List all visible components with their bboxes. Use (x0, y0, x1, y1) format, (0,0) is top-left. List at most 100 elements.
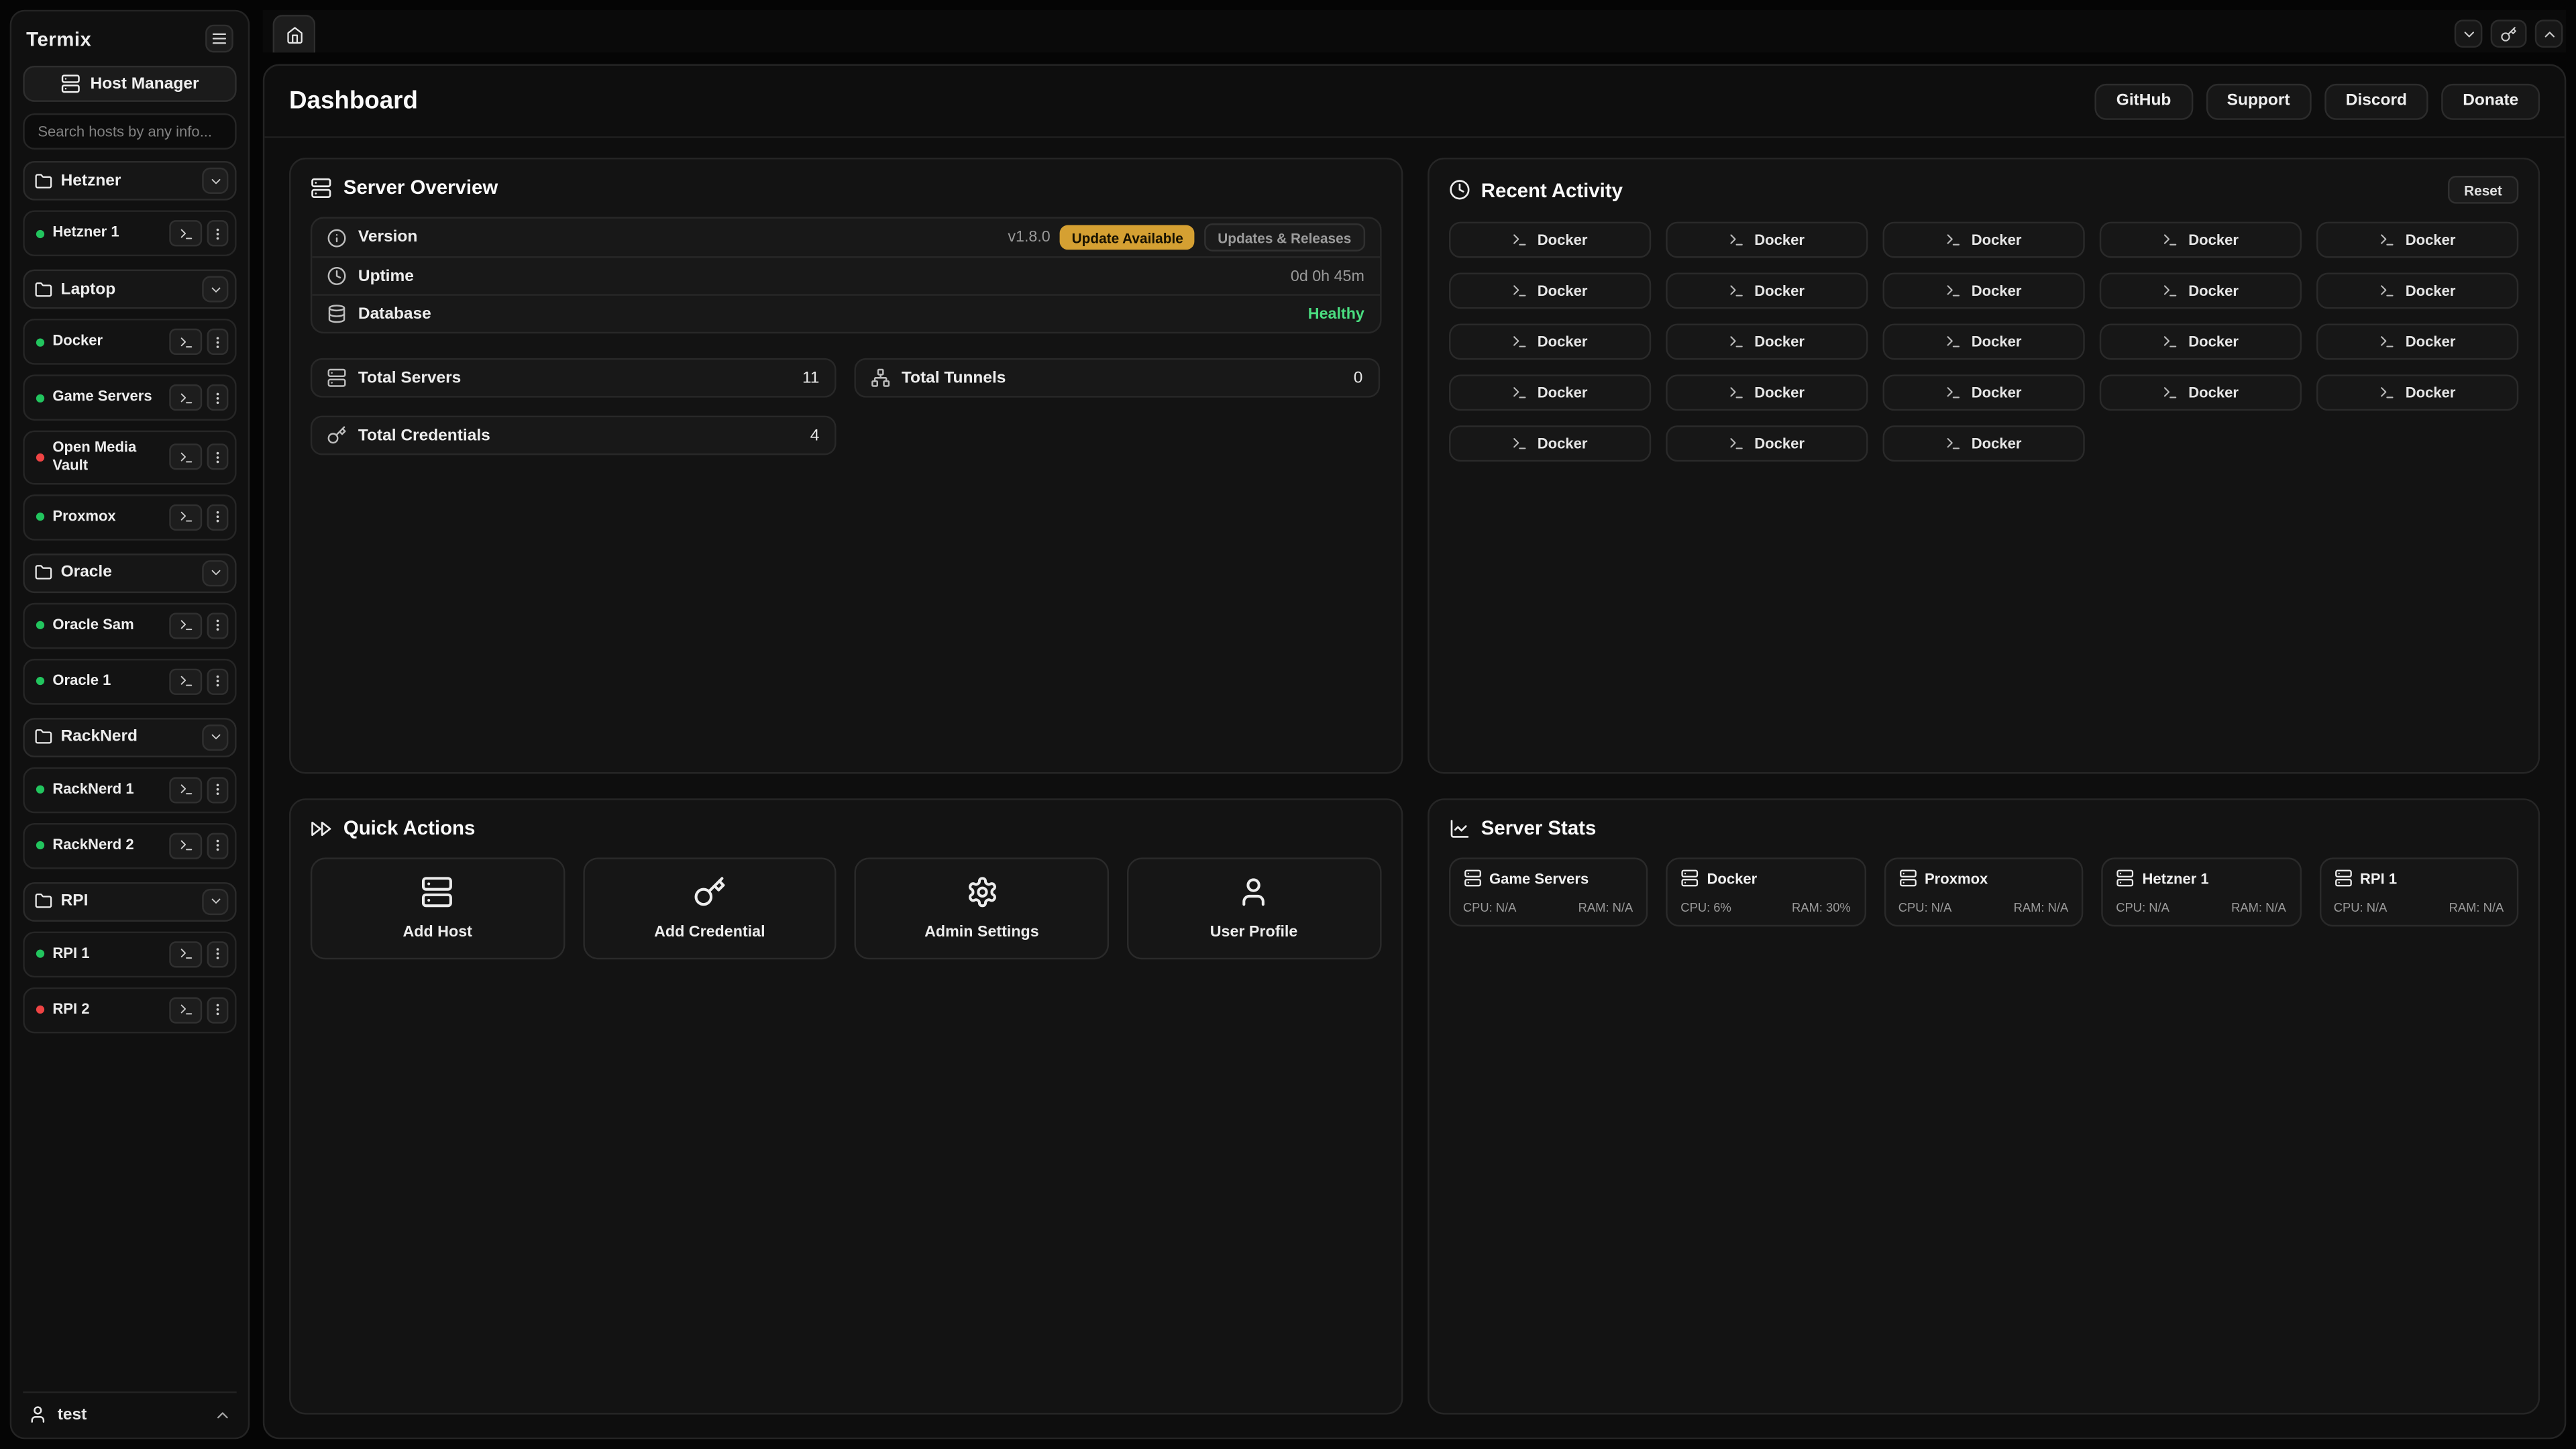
quick-action-add-host[interactable]: Add Host (311, 857, 565, 959)
activity-docker-button[interactable]: Docker (2316, 374, 2518, 411)
host-menu-button[interactable] (207, 384, 229, 411)
activity-docker-button[interactable]: Docker (1665, 323, 1867, 360)
host-item-hetzner-1[interactable]: Hetzner 1 (23, 210, 236, 256)
reset-button[interactable]: Reset (2448, 176, 2519, 204)
host-manager-button[interactable]: Host Manager (23, 66, 236, 102)
host-menu-button[interactable] (207, 612, 229, 638)
activity-docker-button[interactable]: Docker (1665, 374, 1867, 411)
host-terminal-button[interactable] (169, 776, 202, 802)
folder-collapse-button[interactable] (202, 724, 228, 750)
activity-docker-button[interactable]: Docker (1665, 273, 1867, 309)
host-terminal-button[interactable] (169, 504, 202, 530)
host-item-oracle-1[interactable]: Oracle 1 (23, 658, 236, 704)
header-link-support[interactable]: Support (2206, 83, 2312, 119)
header-link-github[interactable]: GitHub (2095, 83, 2192, 119)
folder-header-oracle[interactable]: Oracle (23, 553, 236, 592)
activity-label: Docker (2406, 333, 2456, 350)
quick-action-user-profile[interactable]: User Profile (1127, 857, 1381, 959)
activity-docker-button[interactable]: Docker (1448, 323, 1650, 360)
server-stat-rpi-1[interactable]: RPI 1 CPU: N/A RAM: N/A (2319, 857, 2519, 926)
host-menu-button[interactable] (207, 776, 229, 802)
sidebar-footer[interactable]: test (23, 1391, 236, 1426)
tab-home[interactable] (273, 15, 316, 52)
activity-docker-button[interactable]: Docker (1882, 323, 2084, 360)
host-terminal-button[interactable] (169, 941, 202, 967)
activity-docker-button[interactable]: Docker (1448, 222, 1650, 258)
header-link-donate[interactable]: Donate (2441, 83, 2540, 119)
server-stat-game-servers[interactable]: Game Servers CPU: N/A RAM: N/A (1448, 857, 1648, 926)
activity-label: Docker (1754, 435, 1805, 451)
activity-docker-button[interactable]: Docker (1448, 273, 1650, 309)
folder-header-hetzner[interactable]: Hetzner (23, 161, 236, 201)
activity-docker-button[interactable]: Docker (2099, 323, 2301, 360)
database-icon (327, 304, 346, 323)
host-menu-button[interactable] (207, 668, 229, 694)
host-terminal-button[interactable] (169, 220, 202, 246)
host-terminal-button[interactable] (169, 996, 202, 1022)
quick-action-admin-settings[interactable]: Admin Settings (855, 857, 1109, 959)
activity-docker-button[interactable]: Docker (1882, 374, 2084, 411)
host-terminal-button[interactable] (169, 384, 202, 411)
server-stat-proxmox[interactable]: Proxmox CPU: N/A RAM: N/A (1884, 857, 2084, 926)
activity-docker-button[interactable]: Docker (2099, 273, 2301, 309)
host-menu-button[interactable] (207, 220, 229, 246)
server-stat-hetzner-1[interactable]: Hetzner 1 CPU: N/A RAM: N/A (2101, 857, 2301, 926)
updates-releases-button[interactable]: Updates & Releases (1205, 223, 1364, 252)
host-terminal-button[interactable] (169, 329, 202, 355)
host-item-game-servers[interactable]: Game Servers (23, 374, 236, 421)
host-item-racknerd-2[interactable]: RackNerd 2 (23, 822, 236, 869)
folder-collapse-button[interactable] (202, 168, 228, 194)
user-icon (1238, 875, 1271, 908)
sidebar-menu-button[interactable] (205, 25, 233, 53)
server-stat-docker[interactable]: Docker CPU: 6% RAM: 30% (1666, 857, 1866, 926)
activity-docker-button[interactable]: Docker (2099, 374, 2301, 411)
host-terminal-button[interactable] (169, 444, 202, 470)
clock-icon (327, 266, 346, 286)
server-stats-grid: Game Servers CPU: N/A RAM: N/A Docker CP… (1448, 857, 2519, 926)
activity-docker-button[interactable]: Docker (1665, 222, 1867, 258)
host-menu-button[interactable] (207, 996, 229, 1022)
folder-collapse-button[interactable] (202, 888, 228, 914)
tab-scroll-up-button[interactable] (2535, 19, 2563, 48)
activity-docker-button[interactable]: Docker (1665, 425, 1867, 462)
chevron-up-icon[interactable] (213, 1405, 231, 1424)
quick-action-add-credential[interactable]: Add Credential (582, 857, 837, 959)
host-menu-button[interactable] (207, 832, 229, 858)
host-item-docker[interactable]: Docker (23, 319, 236, 365)
host-terminal-button[interactable] (169, 832, 202, 858)
activity-docker-button[interactable]: Docker (1448, 425, 1650, 462)
tab-scroll-down-button[interactable] (2455, 19, 2483, 48)
activity-docker-button[interactable]: Docker (2316, 323, 2518, 360)
host-item-proxmox[interactable]: Proxmox (23, 494, 236, 540)
host-item-rpi-1[interactable]: RPI 1 (23, 930, 236, 977)
folder-collapse-button[interactable] (202, 559, 228, 586)
activity-docker-button[interactable]: Docker (1882, 273, 2084, 309)
activity-docker-button[interactable]: Docker (1882, 425, 2084, 462)
server-stats-card: Server Stats Game Servers CPU: N/A RAM: … (1427, 798, 2540, 1414)
host-menu-button[interactable] (207, 329, 229, 355)
folder-header-laptop[interactable]: Laptop (23, 270, 236, 309)
host-menu-button[interactable] (207, 504, 229, 530)
header-link-discord[interactable]: Discord (2324, 83, 2428, 119)
activity-docker-button[interactable]: Docker (1882, 222, 2084, 258)
host-terminal-button[interactable] (169, 668, 202, 694)
activity-docker-button[interactable]: Docker (2099, 222, 2301, 258)
activity-docker-button[interactable]: Docker (2316, 273, 2518, 309)
folder-header-rpi[interactable]: RPI (23, 881, 236, 921)
host-menu-button[interactable] (207, 444, 229, 470)
host-item-oracle-sam[interactable]: Oracle Sam (23, 602, 236, 649)
folder-collapse-button[interactable] (202, 276, 228, 302)
folder-name: Oracle (61, 564, 194, 582)
overview-stats: Total Servers 11 Total Tunnels 0 Total C… (311, 358, 1381, 455)
folder-header-racknerd[interactable]: RackNerd (23, 717, 236, 757)
credentials-button[interactable] (2491, 19, 2527, 48)
status-dot-offline (36, 453, 44, 461)
host-menu-button[interactable] (207, 941, 229, 967)
search-hosts-input[interactable] (23, 113, 236, 150)
host-terminal-button[interactable] (169, 612, 202, 638)
activity-docker-button[interactable]: Docker (1448, 374, 1650, 411)
activity-docker-button[interactable]: Docker (2316, 222, 2518, 258)
host-item-open-media-vault[interactable]: Open Media Vault (23, 431, 236, 484)
host-item-rpi-2[interactable]: RPI 2 (23, 987, 236, 1033)
host-item-racknerd-1[interactable]: RackNerd 1 (23, 766, 236, 812)
